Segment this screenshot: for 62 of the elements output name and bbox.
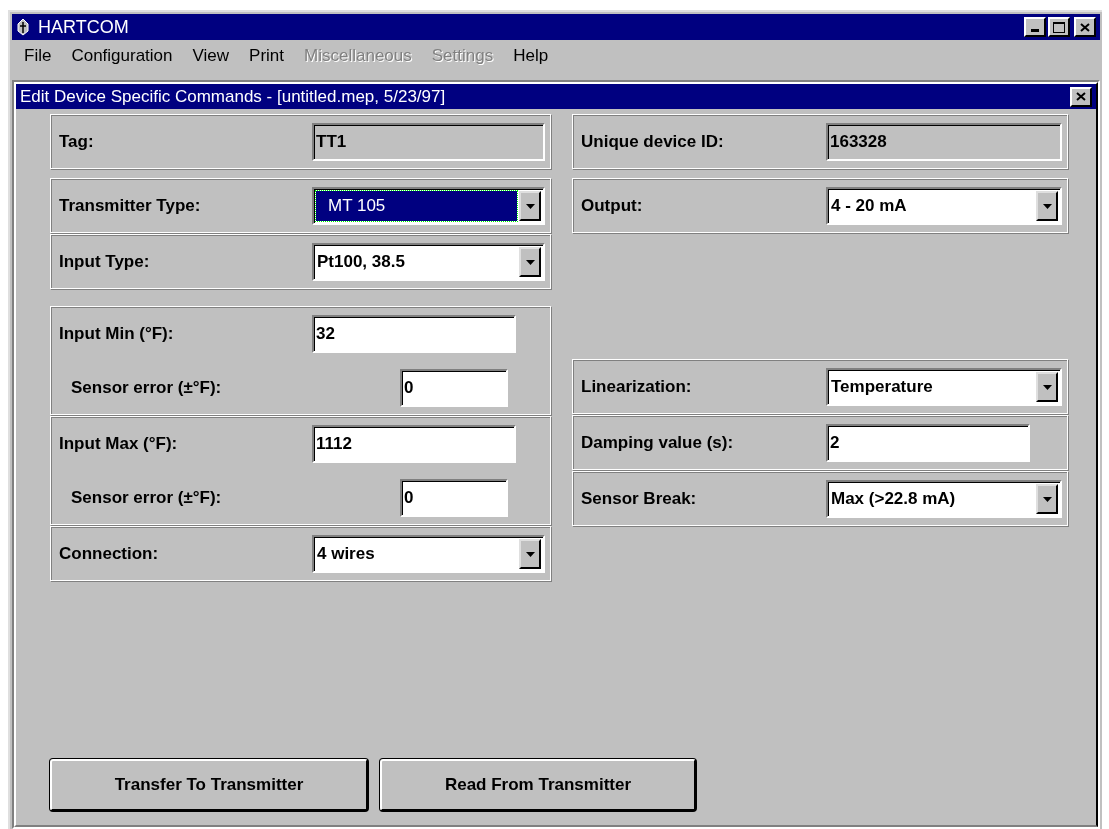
dropdown-value: Pt100, 38.5 (316, 251, 406, 274)
dropdown-button[interactable] (1036, 372, 1058, 402)
maximize-icon (1053, 21, 1065, 33)
dropdown-value: 4 - 20 mA (830, 195, 908, 218)
field-label: Sensor Break: (580, 488, 698, 511)
field-label: Transmitter Type: (58, 195, 202, 218)
dropdown-value: MT 105 (316, 191, 517, 221)
field-label: Input Min (°F): (58, 323, 175, 346)
dropdown-arrow-icon (1042, 384, 1052, 390)
window-title: HARTCOM (38, 15, 129, 39)
dropdown-button[interactable] (519, 191, 541, 221)
menu-item[interactable]: File (24, 43, 52, 69)
input-field[interactable]: 0 (400, 479, 508, 517)
dropdown-button[interactable] (1036, 191, 1058, 221)
action-button[interactable]: Transfer To Transmitter (50, 759, 368, 811)
close-button[interactable] (1074, 17, 1096, 37)
dropdown-button[interactable] (519, 247, 541, 277)
dropdown-value: Temperature (830, 376, 934, 399)
dropdown-value: 4 wires (316, 543, 376, 566)
field-label: Damping value (s): (580, 432, 735, 455)
field-label: Input Type: (58, 251, 151, 274)
dropdown-arrow-icon (1042, 203, 1052, 209)
dropdown-field[interactable]: Temperature (826, 368, 1062, 406)
app-icon (16, 18, 30, 36)
dropdown-field[interactable]: Max (>22.8 mA) (826, 480, 1062, 518)
dialog-title: Edit Device Specific Commands - [untitled.mep, 5/23/97] (20, 85, 446, 108)
close-icon (1076, 92, 1086, 101)
input-field[interactable]: 2 (826, 424, 1030, 462)
dropdown-arrow-icon (525, 259, 535, 265)
readonly-field: 163328 (826, 123, 1062, 161)
field-label: Tag: (58, 131, 95, 154)
field-label: Output: (580, 195, 644, 218)
dropdown-arrow-icon (525, 551, 535, 557)
menu-item[interactable]: View (192, 43, 230, 69)
input-field[interactable]: 32 (312, 315, 516, 353)
close-button[interactable] (1070, 86, 1092, 107)
field-label: Unique device ID: (580, 131, 725, 154)
field-label: Sensor error (±°F): (70, 487, 222, 510)
dropdown-arrow-icon (525, 203, 535, 209)
menu-item[interactable]: Help (513, 43, 549, 69)
dropdown-field[interactable]: Pt100, 38.5 (312, 243, 545, 281)
dropdown-button[interactable] (519, 539, 541, 569)
input-field[interactable]: 0 (400, 369, 508, 407)
dropdown-field[interactable]: MT 105 (312, 187, 545, 225)
menu-item[interactable]: Print (249, 43, 285, 69)
minimize-icon (1031, 29, 1039, 32)
close-icon (1080, 22, 1090, 32)
menu-item[interactable]: Configuration (71, 43, 173, 69)
dropdown-arrow-icon (1042, 496, 1052, 502)
input-field[interactable]: 1112 (312, 425, 516, 463)
dropdown-button[interactable] (1036, 484, 1058, 514)
minimize-button[interactable] (1024, 17, 1046, 37)
field-label: Connection: (58, 543, 160, 566)
action-button[interactable]: Read From Transmitter (380, 759, 696, 811)
field-label: Input Max (°F): (58, 433, 179, 456)
readonly-field: TT1 (312, 123, 545, 161)
dropdown-value: Max (>22.8 mA) (830, 488, 957, 511)
field-label: Sensor error (±°F): (70, 377, 222, 400)
field-label: Linearization: (580, 376, 693, 399)
dropdown-field[interactable]: 4 - 20 mA (826, 187, 1062, 225)
maximize-button[interactable] (1048, 17, 1070, 37)
dropdown-field[interactable]: 4 wires (312, 535, 545, 573)
